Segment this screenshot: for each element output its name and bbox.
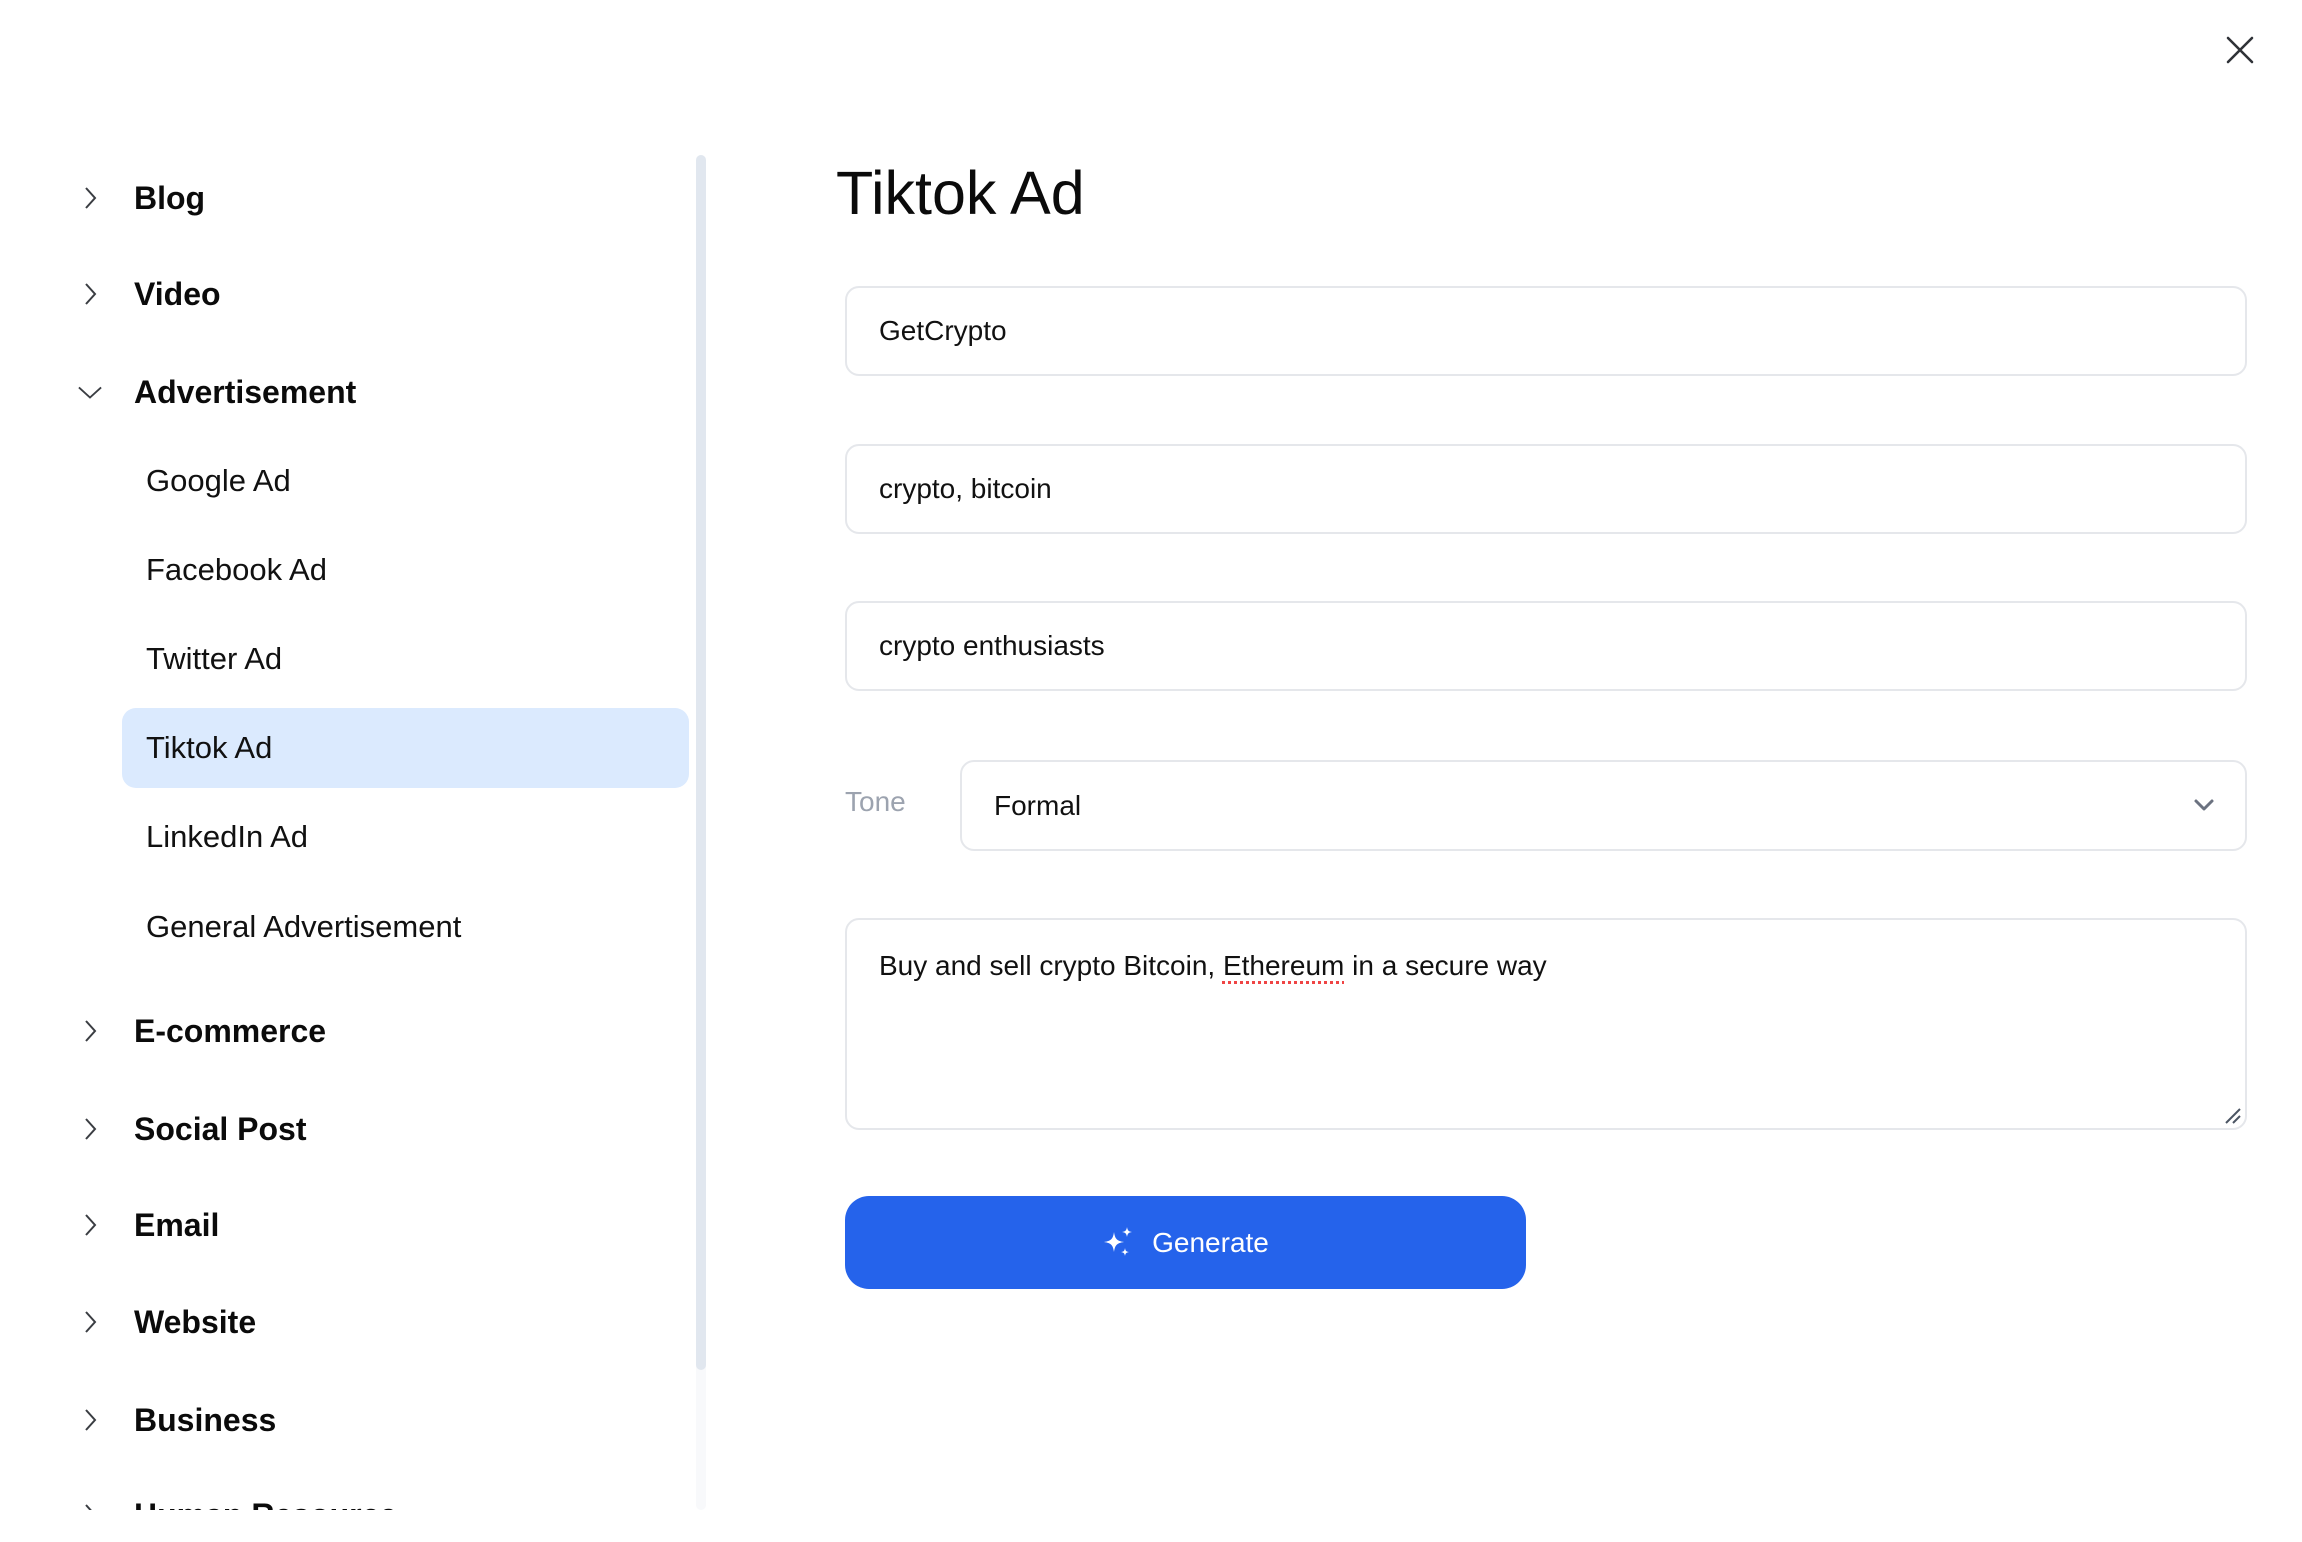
sidebar-group-business[interactable]: Business (0, 1390, 690, 1450)
sidebar-group-label: Blog (134, 179, 206, 216)
chevron-right-icon (78, 1503, 102, 1510)
sidebar-group-label: Business (134, 1401, 277, 1438)
sidebar-item-label: Tiktok Ad (146, 730, 273, 765)
sidebar-group-label: Email (134, 1206, 220, 1243)
sidebar-item-label: General Advertisement (146, 909, 462, 944)
sidebar-item-tiktok-ad[interactable]: Tiktok Ad (122, 708, 689, 788)
sidebar-item-facebook-ad[interactable]: Facebook Ad (122, 530, 689, 610)
sidebar-scrollbar-thumb[interactable] (696, 155, 706, 1370)
sidebar-item-linkedin-ad[interactable]: LinkedIn Ad (122, 797, 689, 877)
chevron-right-icon (78, 1408, 102, 1432)
chevron-right-icon (78, 282, 102, 306)
description-textarea[interactable]: Buy and sell crypto Bitcoin, Ethereum in… (845, 918, 2247, 1130)
chevron-down-icon (78, 380, 102, 404)
sidebar-group-video[interactable]: Video (0, 264, 690, 324)
tone-select[interactable]: Formal (960, 760, 2247, 851)
sidebar-group-email[interactable]: Email (0, 1195, 690, 1255)
sidebar-item-twitter-ad[interactable]: Twitter Ad (122, 619, 689, 699)
tone-label: Tone (845, 786, 906, 817)
sidebar-group-advertisement[interactable]: Advertisement (0, 362, 690, 422)
sidebar-nav: Blog Video Advertisement Google Ad Faceb… (0, 150, 690, 1510)
sidebar-item-label: Twitter Ad (146, 641, 283, 676)
spellcheck-underlined-word: Ethereum (1222, 950, 1345, 981)
sidebar-item-label: Facebook Ad (146, 552, 327, 587)
chevron-right-icon (78, 1213, 102, 1237)
sidebar-item-google-ad[interactable]: Google Ad (122, 441, 689, 521)
sidebar-group-social-post[interactable]: Social Post (0, 1099, 690, 1159)
generate-button-label: Generate (1152, 1226, 1269, 1258)
description-text: Buy and sell crypto Bitcoin, Ethereum in… (879, 950, 1547, 981)
sidebar-group-ecommerce[interactable]: E-commerce (0, 1001, 690, 1061)
chevron-right-icon (78, 1310, 102, 1334)
page-title: Tiktok Ad (836, 159, 1085, 227)
chevron-right-icon (78, 186, 102, 210)
sidebar-item-general-advertisement[interactable]: General Advertisement (122, 887, 689, 967)
chevron-down-icon (2191, 792, 2217, 818)
sidebar-group-label: E-commerce (134, 1012, 327, 1049)
sidebar-group-label: Social Post (134, 1110, 307, 1147)
close-button[interactable] (2220, 30, 2260, 70)
sidebar-group-label: Video (134, 275, 221, 312)
generate-button[interactable]: Generate (845, 1196, 1526, 1289)
chevron-right-icon (78, 1117, 102, 1141)
sidebar-item-label: Google Ad (146, 463, 291, 498)
product-name-input[interactable] (845, 286, 2247, 376)
resize-handle-icon[interactable] (2223, 1106, 2241, 1124)
audience-input[interactable] (845, 601, 2247, 691)
chevron-right-icon (78, 1019, 102, 1043)
sidebar-group-label: Advertisement (134, 373, 357, 410)
close-icon (2226, 36, 2254, 64)
sidebar-item-label: LinkedIn Ad (146, 819, 309, 854)
sidebar-group-label: Website (134, 1303, 257, 1340)
sidebar-group-blog[interactable]: Blog (0, 168, 690, 228)
sidebar-group-website[interactable]: Website (0, 1292, 690, 1352)
keywords-input[interactable] (845, 444, 2247, 534)
sparkles-icon (1102, 1226, 1136, 1260)
tone-selected-value: Formal (994, 789, 1082, 821)
sidebar-group-human-resource[interactable]: Human Resource (0, 1485, 690, 1510)
sidebar-group-label: Human Resource (134, 1497, 397, 1511)
